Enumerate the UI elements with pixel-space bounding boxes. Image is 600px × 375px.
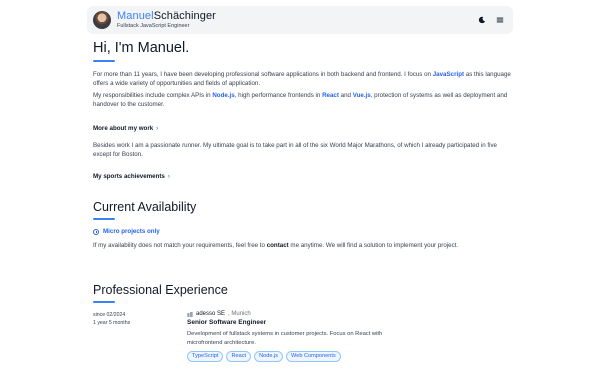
intro-paragraph-1: For more than 11 years, I have been deve…	[93, 70, 513, 88]
header-actions	[477, 15, 507, 25]
vuejs-link[interactable]: Vue.js	[353, 92, 371, 99]
availability-status-label: Micro projects only	[103, 228, 160, 235]
avatar[interactable]	[93, 11, 111, 29]
menu-icon[interactable]	[495, 15, 505, 25]
brand-role: Fullstack JavaScript Engineer	[117, 22, 190, 29]
javascript-link[interactable]: JavaScript	[433, 71, 464, 78]
skill-tag[interactable]: Node.js	[254, 351, 284, 362]
brand-last-name: Schächinger	[153, 9, 216, 22]
more-about-work-link[interactable]: More about my work ›	[93, 125, 158, 132]
sports-achievements-link[interactable]: My sports achievements ›	[93, 173, 170, 180]
experience-dates: since 02/2024 1 year 5 months	[93, 311, 187, 362]
heading-underline	[93, 218, 115, 220]
chevron-right-icon: ›	[156, 125, 159, 132]
react-link[interactable]: React	[322, 92, 339, 99]
sports-row: My sports achievements ›	[93, 165, 513, 183]
availability-status: Micro projects only	[93, 228, 513, 235]
building-icon	[187, 311, 193, 317]
experience-company: adesso SE, Munich	[187, 311, 417, 317]
brand-name: ManuelSchächinger	[117, 9, 216, 22]
nodejs-link[interactable]: Node.js	[212, 92, 234, 99]
chevron-right-icon: ›	[167, 173, 170, 180]
intro-paragraph-2: My responsibilities include complex APIs…	[93, 91, 513, 109]
intro-paragraph-3: Besides work I am a passionate runner. M…	[93, 142, 497, 159]
more-work-row: More about my work ›	[93, 117, 513, 135]
more-about-work-label: More about my work	[93, 125, 154, 133]
intro-section: Hi, I'm Manuel. For more than 11 years, …	[93, 40, 513, 183]
availability-note-a: If my availability does not match your r…	[93, 242, 267, 249]
experience-since: since 02/2024	[93, 312, 126, 318]
experience-item: since 02/2024 1 year 5 months adesso SE,…	[93, 311, 513, 362]
intro-p1-text-a: For more than 11 years, I have been deve…	[93, 71, 433, 79]
intro-p2-text-a: My responsibilities include complex APIs…	[93, 92, 213, 100]
heading-underline	[93, 60, 115, 63]
company-location: , Munich	[228, 311, 251, 317]
skill-tag[interactable]: React	[226, 351, 252, 362]
experience-role: Senior Software Engineer	[187, 319, 267, 326]
intro-p2-text-b: , high performance frontends in	[234, 92, 323, 100]
sports-achievements-label: My sports achievements	[93, 173, 165, 181]
skill-tags: TypeScript React Node.js Web Components	[187, 351, 417, 362]
intro-heading: Hi, I'm Manuel.	[93, 40, 190, 56]
availability-heading: Current Availability	[93, 200, 197, 214]
site-header: ManuelSchächinger Fullstack JavaScript E…	[87, 6, 513, 34]
experience-details: adesso SE, Munich Senior Software Engine…	[187, 311, 417, 362]
brand[interactable]: ManuelSchächinger Fullstack JavaScript E…	[117, 9, 216, 30]
brand-first-name: Manuel	[117, 9, 154, 22]
experience-duration: 1 year 5 months	[93, 320, 131, 326]
contact-link[interactable]: contact	[267, 242, 289, 249]
experience-heading: Professional Experience	[93, 283, 228, 297]
clock-icon	[93, 228, 99, 235]
skill-tag[interactable]: TypeScript	[187, 351, 224, 362]
availability-note: If my availability does not match your r…	[93, 241, 513, 250]
experience-description: Development of fullstack systems in cust…	[187, 331, 383, 346]
moon-icon[interactable]	[477, 15, 487, 25]
availability-note-b: me anytime. We will find a solution to i…	[288, 242, 459, 249]
company-name: adesso SE	[196, 311, 226, 317]
availability-section: Current Availability Micro projects only…	[93, 200, 513, 250]
skill-tag[interactable]: Web Components	[286, 351, 341, 362]
heading-underline	[93, 301, 115, 303]
intro-p2-text-c: and	[338, 92, 353, 100]
experience-section: Professional Experience since 02/2024 1 …	[93, 283, 513, 362]
